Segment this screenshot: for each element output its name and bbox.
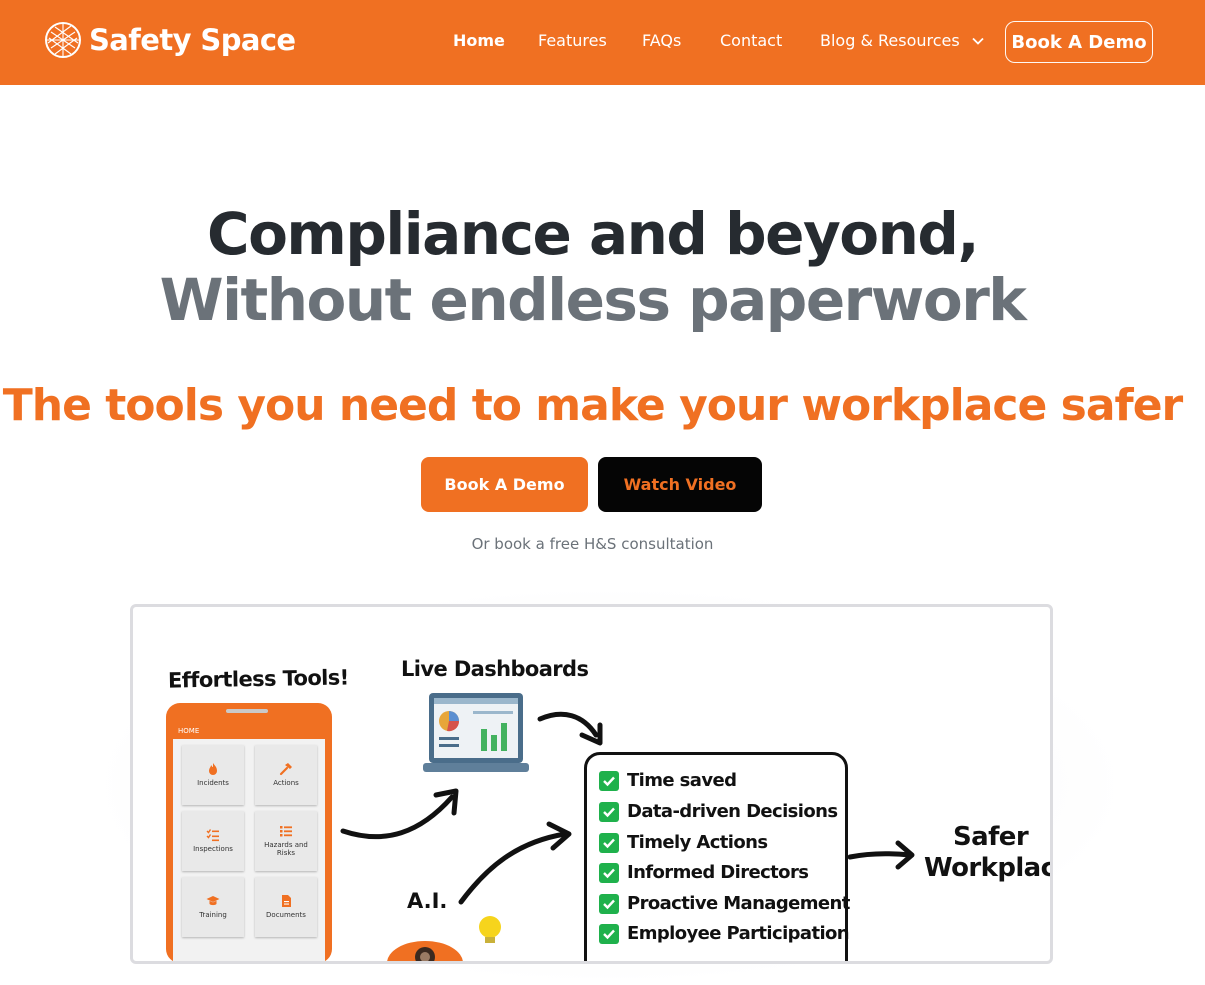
- phone-speaker: [226, 709, 268, 713]
- benefit-text: Data-driven Decisions: [627, 801, 838, 822]
- tile-label: Incidents: [197, 779, 229, 788]
- effortless-tools-title: Effortless Tools!: [167, 665, 349, 693]
- nav-home[interactable]: Home: [453, 31, 505, 50]
- live-dashboards-title: Live Dashboards: [401, 657, 589, 681]
- book-demo-button[interactable]: Book A Demo: [421, 457, 588, 512]
- hammer-icon: [279, 763, 292, 776]
- brand-logo[interactable]: Safety Space: [45, 22, 296, 58]
- tile-documents: Documents: [255, 877, 317, 937]
- benefit-item: Informed Directors: [599, 862, 809, 883]
- laptop-dashboard-icon: [423, 693, 529, 772]
- checklist-icon: [206, 829, 219, 842]
- checkmark-icon: [599, 893, 619, 914]
- hero-subheading: The tools you need to make your workplac…: [2, 380, 1183, 431]
- benefit-item: Data-driven Decisions: [599, 801, 838, 822]
- tile-inspections: Inspections: [182, 811, 244, 871]
- benefit-text: Time saved: [627, 770, 737, 791]
- benefit-item: Time saved: [599, 770, 737, 791]
- arrow-dashboard-to-benefits-icon: [537, 711, 603, 746]
- hero-heading-line2: Without endless paperwork: [159, 266, 1027, 334]
- hero-illustration-card: Effortless Tools! Live Dashboards HOME I…: [130, 604, 1053, 964]
- nav-blog-resources[interactable]: Blog & Resources: [820, 31, 984, 50]
- tile-hazards-risks: Hazards and Risks: [255, 811, 317, 871]
- benefits-box: Time saved Data-driven Decisions Timely …: [584, 752, 850, 961]
- top-navbar: Safety Space Home Features FAQs Contact …: [0, 0, 1205, 85]
- globe-logo-icon: [45, 22, 81, 58]
- robot-icon: [387, 941, 463, 961]
- ai-label: A.I.: [407, 889, 448, 913]
- nav-faqs[interactable]: FAQs: [642, 31, 681, 50]
- benefit-text: Timely Actions: [627, 832, 768, 853]
- flame-icon: [209, 763, 217, 776]
- watch-video-button[interactable]: Watch Video: [598, 457, 762, 512]
- benefit-item: Proactive Management: [599, 893, 850, 914]
- nav-book-demo-button[interactable]: Book A Demo: [1005, 21, 1153, 63]
- phone-header: HOME: [178, 727, 200, 735]
- benefit-item: Employee Participation: [599, 923, 850, 944]
- benefit-item: Timely Actions: [599, 832, 768, 853]
- outcome-workplace: Workplace: [924, 853, 1050, 883]
- graduation-cap-icon: [206, 896, 220, 906]
- list-icon: [280, 826, 292, 837]
- tile-actions: Actions: [255, 745, 317, 805]
- chevron-down-icon: [972, 37, 984, 45]
- lightbulb-icon: [479, 916, 501, 943]
- brand-name: Safety Space: [89, 23, 296, 57]
- checkmark-icon: [599, 832, 619, 853]
- checkmark-icon: [599, 923, 619, 944]
- tile-label: Actions: [273, 779, 299, 788]
- consultation-link[interactable]: Or book a free H&S consultation: [0, 535, 1185, 553]
- nav-contact[interactable]: Contact: [720, 31, 782, 50]
- hero-heading-line1: Compliance and beyond,: [207, 200, 979, 268]
- tile-label: Training: [199, 911, 227, 920]
- tile-label: Documents: [266, 911, 306, 920]
- benefit-text: Employee Participation: [627, 923, 850, 944]
- nav-blog-label: Blog & Resources: [820, 31, 960, 50]
- checkmark-icon: [599, 862, 619, 883]
- phone-screen: Incidents Actions Inspections Hazards an…: [173, 739, 325, 961]
- phone-mockup: HOME Incidents Actions Inspections Hazar…: [166, 703, 332, 961]
- benefit-text: Proactive Management: [627, 893, 850, 914]
- checkmark-icon: [599, 770, 619, 791]
- outcome-safer: Safer: [953, 822, 1029, 852]
- tile-training: Training: [182, 877, 244, 937]
- tile-incidents: Incidents: [182, 745, 244, 805]
- tile-label: Hazards and Risks: [264, 841, 308, 857]
- nav-features[interactable]: Features: [538, 31, 607, 50]
- checkmark-icon: [599, 801, 619, 822]
- tile-label: Inspections: [193, 845, 233, 854]
- document-icon: [282, 895, 291, 908]
- arrow-tools-to-dashboard-icon: [340, 788, 459, 840]
- arrow-benefits-to-outcome-icon: [847, 840, 915, 870]
- arrow-ai-to-benefits-icon: [458, 821, 572, 905]
- benefit-text: Informed Directors: [627, 862, 809, 883]
